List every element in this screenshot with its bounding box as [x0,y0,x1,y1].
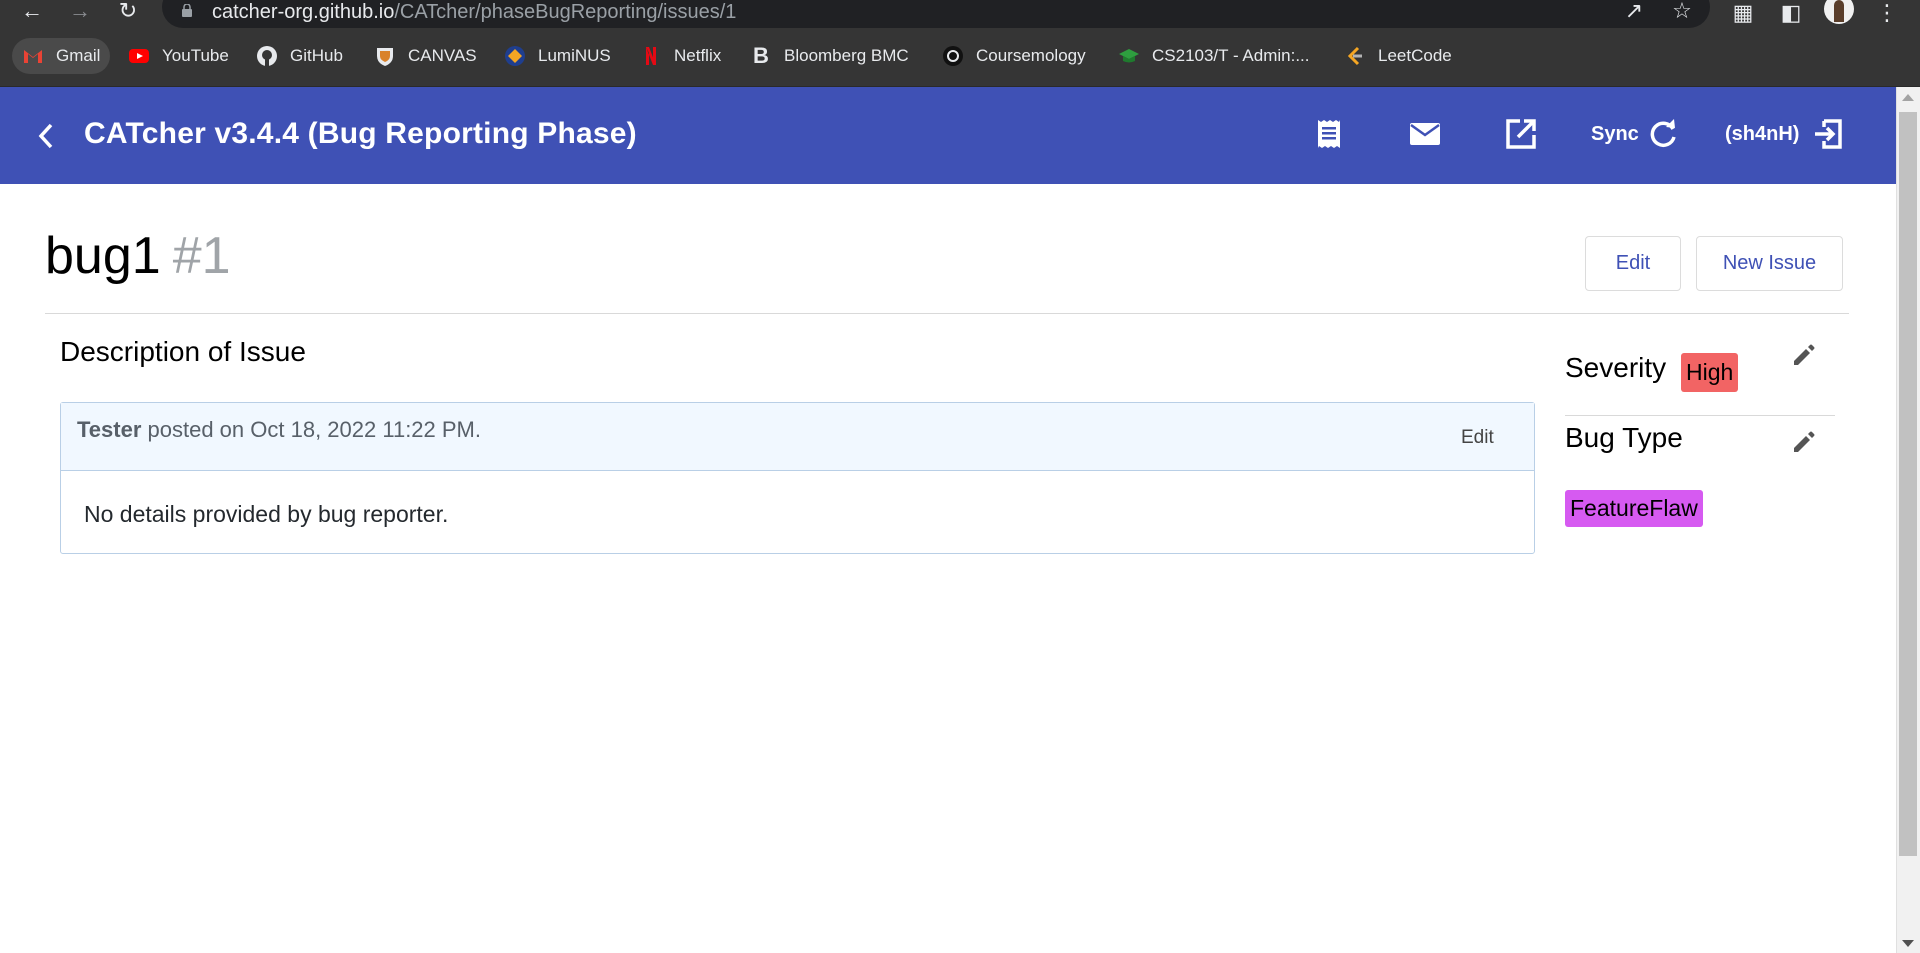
bookmark-github[interactable]: GitHub [246,38,353,74]
bookmark-label: Netflix [674,46,722,65]
logout-icon[interactable] [1812,117,1846,151]
bookmark-luminus[interactable]: LumiNUS [494,38,621,74]
comment-meta: Tester posted on Oct 18, 2022 11:22 PM. [77,417,481,443]
user-label: (sh4nH) [1725,123,1800,145]
profile-avatar[interactable] [1824,0,1854,24]
address-bar[interactable]: catcher-org.github.io/CATcher/phaseBugRe… [162,0,1710,28]
bookmark-label: Coursemology [976,46,1086,65]
severity-badge: High [1681,353,1739,392]
bookmark-label: Bloomberg BMC [784,46,909,65]
bug-type-badge: FeatureFlaw [1565,490,1703,527]
coursemology-icon [942,45,964,67]
url-path: /CATcher/phaseBugReporting/issues/1 [394,1,737,23]
bookmark-youtube[interactable]: YouTube [118,38,239,74]
share-icon[interactable]: ↗ [1622,0,1646,22]
bookmark-label: YouTube [162,46,229,65]
browser-menu-icon[interactable]: ⋮ [1874,0,1900,25]
bug-type-label: Bug Type [1565,422,1683,453]
browser-reload-icon[interactable]: ↻ [114,0,142,26]
edit-bug-type-pencil-icon[interactable] [1791,429,1817,455]
netflix-icon [640,45,662,67]
bookmark-star-icon[interactable]: ☆ [1670,0,1694,22]
description-heading: Description of Issue [60,336,306,367]
luminus-icon [504,45,526,67]
bookmark-label: Gmail [56,46,101,65]
app-title: CATcher v3.4.4 (Bug Reporting Phase) [84,117,637,150]
comment-edit-button[interactable]: Edit [1461,427,1494,449]
receipt-icon[interactable] [1312,117,1346,151]
bookmark-label: LumiNUS [538,46,611,65]
app-toolbar: CATcher v3.4.4 (Bug Reporting Phase) Syn… [0,87,1896,184]
extensions-puzzle-icon[interactable]: ▦ [1730,0,1756,25]
edit-issue-button[interactable]: Edit [1585,236,1681,291]
severity-label: Severity [1565,352,1667,383]
leetcode-icon [1344,45,1366,67]
youtube-icon [128,45,150,67]
bookmark-label: CANVAS [408,46,477,65]
issue-name: bug1 [45,227,161,285]
bookmark-label: GitHub [290,46,343,65]
back-arrow-icon[interactable] [34,121,58,151]
edit-severity-pencil-icon[interactable] [1791,342,1817,368]
sync-label[interactable]: Sync [1591,123,1639,146]
comment-header: Tester posted on Oct 18, 2022 11:22 PM. … [61,403,1534,471]
comment-body: No details provided by bug reporter. [84,501,449,527]
bookmarks-bar: Gmail YouTube GitHub CANVAS LumiNUS Netf… [0,28,1920,87]
scroll-down-icon[interactable] [1902,940,1914,947]
side-panel-icon[interactable]: ◧ [1778,0,1804,25]
bookmark-label: CS2103/T - Admin:... [1152,46,1310,65]
lock-icon [182,4,192,17]
bookmark-coursemology[interactable]: Coursemology [932,38,1096,74]
comment-author: Tester [77,417,142,442]
canvas-shield-icon [374,45,396,67]
bookmark-gmail[interactable]: Gmail [12,38,111,74]
gmail-icon [22,45,44,67]
issue-title: bug1 #1 [45,226,231,286]
comment-posted-text: posted on Oct 18, 2022 11:22 PM. [141,417,481,442]
graduation-cap-icon [1118,45,1140,67]
bookmark-cs2103[interactable]: CS2103/T - Admin:... [1108,38,1319,74]
open-in-new-icon[interactable] [1504,117,1538,151]
url-host: catcher-org.github.io [212,1,395,23]
scroll-up-icon[interactable] [1902,94,1914,101]
issue-comment: Tester posted on Oct 18, 2022 11:22 PM. … [60,402,1535,554]
mail-icon[interactable] [1408,117,1442,151]
browser-toolbar: ← → ↻ catcher-org.github.io/CATcher/phas… [0,0,1920,28]
header-divider [45,313,1849,314]
new-issue-button[interactable]: New Issue [1696,236,1843,291]
bloomberg-b-icon: B [753,43,769,68]
browser-forward-icon[interactable]: → [66,0,94,26]
browser-back-icon[interactable]: ← [18,0,46,26]
bookmark-canvas[interactable]: CANVAS [364,38,487,74]
bookmark-leetcode[interactable]: LeetCode [1334,38,1462,74]
bookmark-label: LeetCode [1378,46,1452,65]
scrollbar-thumb[interactable] [1899,112,1917,856]
side-divider [1565,415,1835,416]
bookmark-netflix[interactable]: Netflix [630,38,731,74]
github-icon [256,45,278,67]
sync-refresh-icon[interactable] [1646,117,1680,151]
issue-number: #1 [172,227,231,285]
bookmark-bloomberg[interactable]: B Bloomberg BMC [740,38,919,74]
url-text: catcher-org.github.io/CATcher/phaseBugRe… [212,1,736,24]
